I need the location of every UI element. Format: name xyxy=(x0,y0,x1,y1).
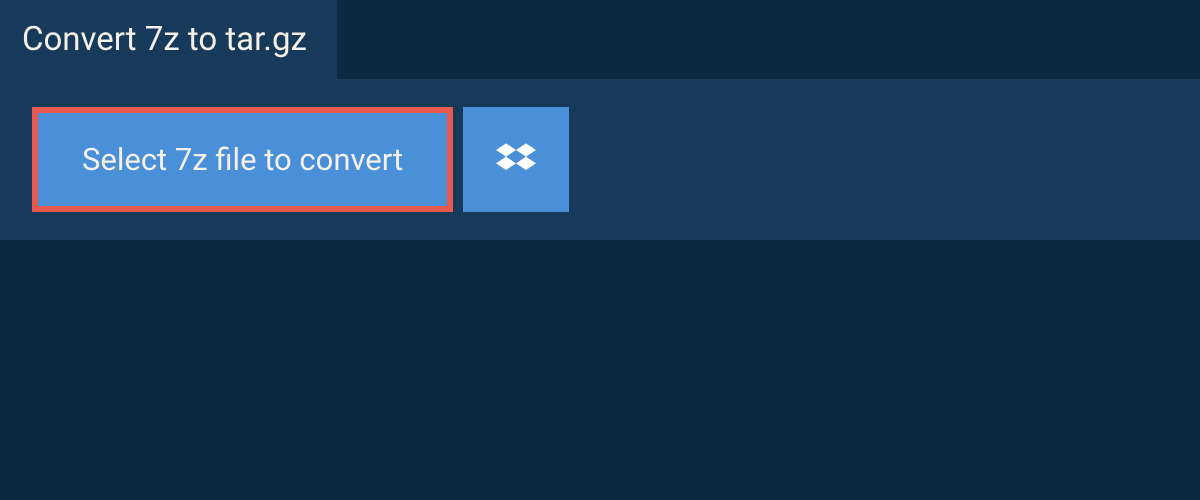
page-title: Convert 7z to tar.gz xyxy=(0,0,337,79)
select-file-button[interactable]: Select 7z file to convert xyxy=(32,107,453,212)
button-row: Select 7z file to convert xyxy=(32,107,1172,212)
upload-panel: Select 7z file to convert xyxy=(0,79,1200,240)
dropbox-icon xyxy=(496,140,536,180)
dropbox-button[interactable] xyxy=(463,107,569,212)
